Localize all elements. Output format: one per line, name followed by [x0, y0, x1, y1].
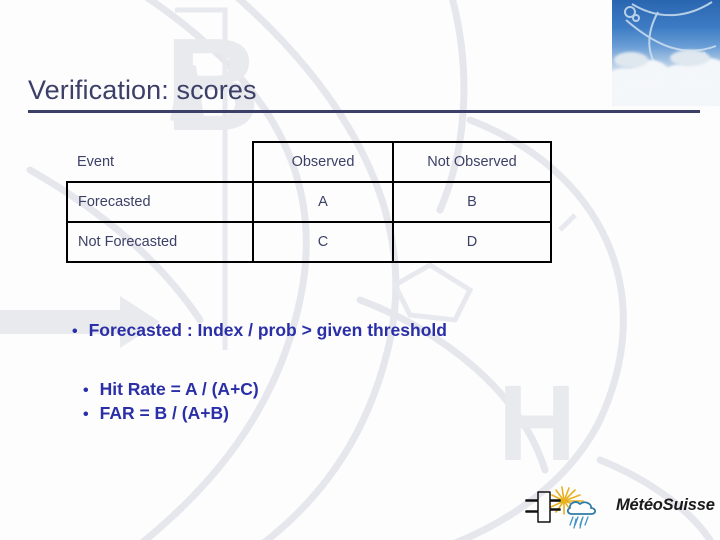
bullet-text-forecasted: Forecasted : Index / prob > given thresh…: [88, 320, 447, 340]
column-header-observed: Observed: [252, 141, 394, 183]
cell-forecasted-not-observed: B: [392, 181, 552, 223]
column-header-event: Event: [67, 142, 254, 182]
watermark-letter-h: H: [498, 362, 576, 483]
bullet-dot-icon: •: [83, 382, 89, 399]
bullet-item-forecasted: • Forecasted : Index / prob > given thre…: [72, 320, 447, 341]
meteosuisse-wordmark: MétéoSuisse: [616, 496, 715, 514]
bullet-item-far: • FAR = B / (A+B): [83, 403, 229, 424]
cloud-puff: [670, 50, 710, 66]
cell-not-forecasted-not-observed: D: [392, 221, 552, 263]
table-row: Forecasted A B: [66, 181, 552, 223]
bullet-text-hit-rate: Hit Rate = A / (A+C): [99, 379, 259, 399]
bullet-dot-icon: •: [72, 323, 78, 340]
cloud-puff: [614, 52, 648, 68]
bullet-text-far: FAR = B / (A+B): [99, 403, 229, 423]
cloud-bank: [612, 82, 720, 106]
cloud-icon: [566, 501, 597, 515]
page-title: Verification: scores: [28, 75, 257, 105]
table-row: Not Forecasted C D: [66, 221, 552, 263]
meteosuisse-logo: MétéoSuisse: [520, 484, 715, 532]
row-label-forecasted: Forecasted: [66, 181, 254, 223]
column-header-not-observed: Not Observed: [392, 141, 552, 183]
row-label-not-forecasted: Not Forecasted: [66, 221, 254, 263]
clouds-sky-photo: [612, 0, 720, 106]
title-underline-rule: [28, 110, 700, 113]
swiss-cross-sun-rain-logo-icon: [525, 486, 597, 529]
bullet-item-hit-rate: • Hit Rate = A / (A+C): [83, 379, 259, 400]
cell-forecasted-observed: A: [252, 181, 394, 223]
table-header-row: Event Observed Not Observed: [67, 141, 552, 183]
rain-drops-icon: [569, 516, 589, 529]
contingency-table: Event Observed Not Observed Forecasted A…: [66, 141, 552, 263]
cell-not-forecasted-observed: C: [252, 221, 394, 263]
bullet-dot-icon: •: [83, 406, 89, 423]
